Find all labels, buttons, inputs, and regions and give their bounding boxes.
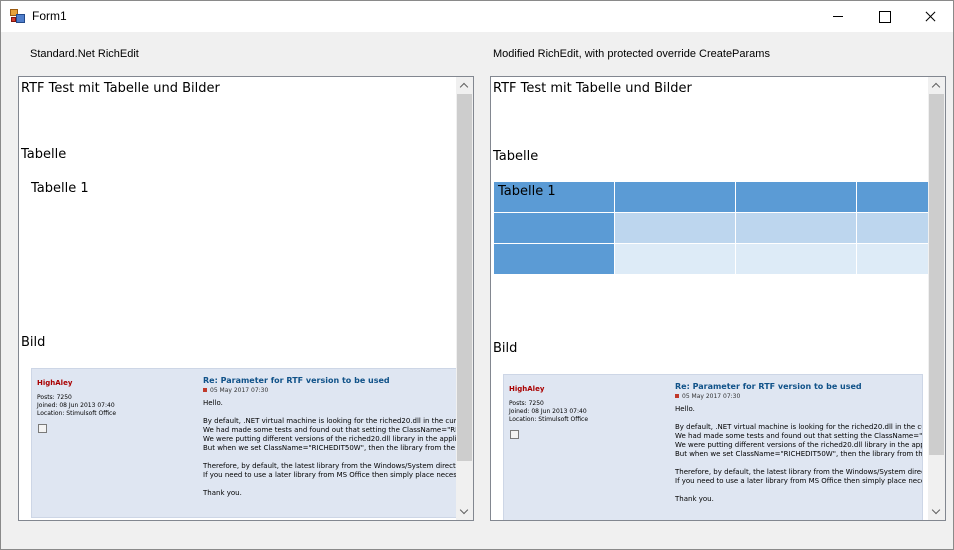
scroll-down-icon[interactable] <box>456 503 473 520</box>
forum-user-stats: Posts: 7250 Joined: 08 Jun 2013 07:40 Lo… <box>509 400 589 423</box>
left-label: Standard.Net RichEdit <box>30 48 139 60</box>
table-cell <box>493 243 615 275</box>
forum-username: HighAley <box>509 385 545 393</box>
minimize-button[interactable] <box>815 1 861 32</box>
window-title: Form1 <box>32 9 67 23</box>
modified-richedit[interactable]: RTF Test mit Tabelle und Bilder Tabelle … <box>490 76 946 521</box>
table-cell <box>614 181 736 213</box>
table-cell <box>614 212 736 244</box>
embedded-forum-image: HighAley Posts: 7250 Joined: 08 Jun 2013… <box>503 374 923 520</box>
forum-body: Hello. By default, .NET virtual machine … <box>203 399 461 497</box>
table-cell: Tabelle 1 <box>493 181 615 213</box>
forum-date: 05 May 2017 07:30 <box>203 387 268 394</box>
table-cell <box>614 243 736 275</box>
forum-subject: Re: Parameter for RTF version to be used <box>675 382 862 391</box>
forum-user-stats: Posts: 7250 Joined: 08 Jun 2013 07:40 Lo… <box>37 394 117 417</box>
forum-body: Hello. By default, .NET virtual machine … <box>675 405 923 503</box>
forum-username: HighAley <box>37 379 73 387</box>
pm-icon <box>38 424 47 433</box>
forum-subject: Re: Parameter for RTF version to be used <box>203 376 390 385</box>
table-cell <box>735 243 857 275</box>
table-heading: Tabelle <box>21 147 67 162</box>
vertical-scrollbar[interactable] <box>928 77 945 520</box>
table-cell <box>735 181 857 213</box>
doc-title: RTF Test mit Tabelle und Bilder <box>493 81 692 96</box>
app-icon[interactable] <box>10 9 25 23</box>
scroll-down-icon[interactable] <box>928 503 945 520</box>
doc-title: RTF Test mit Tabelle und Bilder <box>21 81 220 96</box>
scroll-thumb[interactable] <box>929 94 944 455</box>
image-heading: Bild <box>21 335 46 350</box>
maximize-button[interactable] <box>861 1 907 32</box>
image-heading: Bild <box>493 341 518 356</box>
scroll-up-icon[interactable] <box>456 77 473 94</box>
main-window: Form1 Standard.Net RichEdit Modified Ric… <box>0 0 954 550</box>
scroll-up-icon[interactable] <box>928 77 945 94</box>
table-caption: Tabelle 1 <box>31 181 89 196</box>
embedded-forum-image: HighAley Posts: 7250 Joined: 08 Jun 2013… <box>31 368 461 518</box>
table-cell <box>735 212 857 244</box>
pm-icon <box>510 430 519 439</box>
standard-richedit[interactable]: RTF Test mit Tabelle und Bilder Tabelle … <box>18 76 474 521</box>
table-cell <box>493 212 615 244</box>
title-bar[interactable]: Form1 <box>1 1 953 32</box>
rtf-table: Tabelle 1 <box>493 181 944 275</box>
table-heading: Tabelle <box>493 149 539 164</box>
forum-date: 05 May 2017 07:30 <box>675 393 740 400</box>
scroll-thumb[interactable] <box>457 94 472 461</box>
right-label: Modified RichEdit, with protected overri… <box>493 48 770 60</box>
close-button[interactable] <box>907 1 953 32</box>
vertical-scrollbar[interactable] <box>456 77 473 520</box>
